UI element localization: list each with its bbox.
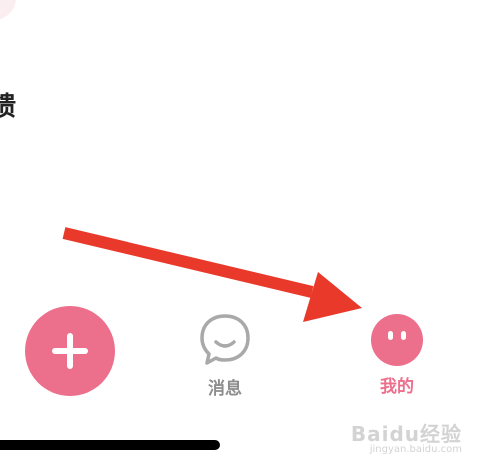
baidu-jingyan-watermark: Baidu经验 jingyan.baidu.com: [351, 418, 462, 455]
tab-mine[interactable]: 我的: [362, 312, 432, 397]
chat-bubble-icon: [200, 314, 250, 365]
top-card-fragment: [0, 0, 16, 20]
tab-messages[interactable]: 消息: [190, 312, 260, 399]
app-screen: 馈 消息 我的 Baidu经验 jingyan.baidu.com: [0, 0, 484, 468]
feedback-title-fragment: 馈: [0, 92, 18, 122]
face-icon: [371, 314, 423, 366]
tab-mine-label: 我的: [380, 377, 414, 397]
add-button[interactable]: [25, 306, 115, 396]
watermark-logo: Baidu经验: [350, 422, 462, 446]
tab-messages-label: 消息: [208, 379, 242, 399]
arrow-shaft: [62, 227, 314, 298]
home-indicator[interactable]: [0, 440, 220, 450]
arrow-head: [303, 272, 362, 322]
